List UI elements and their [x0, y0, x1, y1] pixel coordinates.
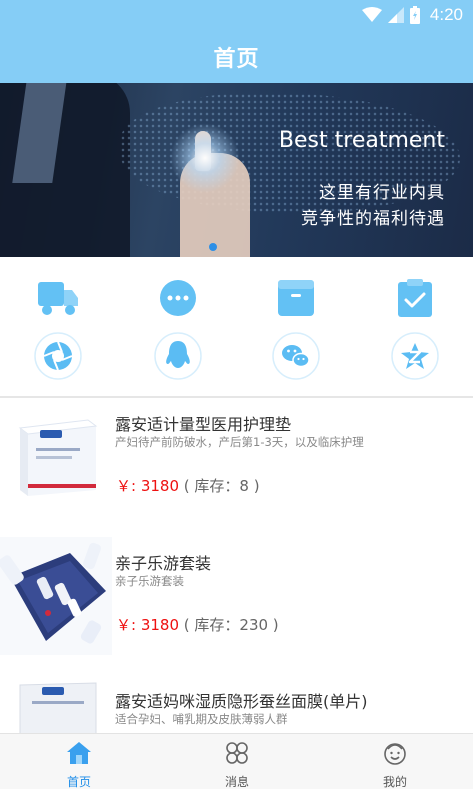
product-thumbnail: [0, 537, 112, 655]
battery-icon: [409, 6, 420, 24]
product-item[interactable]: 亲子乐游套装 亲子乐游套装 ￥: 3180 ( 库存：230 ): [0, 537, 473, 677]
clipboard-check-icon: [398, 279, 432, 317]
aperture-icon: [34, 332, 82, 380]
tab-profile[interactable]: 我的: [316, 734, 473, 789]
status-icons: 4:20: [361, 4, 463, 26]
box-button[interactable]: [266, 270, 326, 326]
chat-bubble-icon: [160, 280, 196, 316]
product-price: ￥: 3180: [116, 616, 179, 634]
wechat-icon: [272, 332, 320, 380]
chat-button[interactable]: [148, 270, 208, 326]
product-description: 产妇待产前防破水，产后第1-3天，以及临床护理: [115, 435, 364, 449]
page-title: 首页: [213, 46, 260, 72]
wifi-icon: [361, 7, 382, 22]
product-stock: ( 库存：8 ): [183, 477, 260, 495]
product-description: 亲子乐游套装: [115, 574, 184, 588]
tab-home-label: 首页: [66, 775, 91, 789]
product-name: 露安适计量型医用护理垫: [115, 415, 292, 434]
product-price-row: ￥: 3180 ( 库存：8 ): [116, 475, 260, 496]
product-name: 亲子乐游套装: [115, 554, 212, 573]
aperture-button[interactable]: [28, 328, 88, 384]
tab-messages[interactable]: 消息: [158, 734, 316, 789]
carousel-dot-active: [209, 243, 217, 251]
qq-button[interactable]: [148, 328, 208, 384]
tab-messages-label: 消息: [224, 775, 249, 789]
penguin-icon: [154, 332, 202, 380]
carousel-indicator: [209, 243, 217, 251]
tab-home[interactable]: 首页: [0, 734, 158, 789]
tab-profile-label: 我的: [382, 775, 407, 789]
product-description: 适合孕妇、哺乳期及皮肤薄弱人群: [115, 712, 288, 726]
status-bar: 4:20: [0, 0, 473, 30]
banner-image-glow: [170, 123, 240, 193]
product-name: 露安适妈咪湿质隐形蚕丝面膜(单片): [115, 692, 368, 711]
product-price-row: ￥: 3180 ( 库存：230 ): [116, 614, 279, 635]
home-icon: [67, 742, 91, 764]
clipboard-button[interactable]: [385, 270, 445, 326]
bottom-tab-bar: 首页 消息 我的: [0, 733, 473, 789]
status-time: 4:20: [429, 5, 463, 24]
truck-icon: [38, 282, 78, 315]
product-item[interactable]: 露安适计量型医用护理垫 产妇待产前防破水，产后第1-3天，以及临床护理 ￥: 3…: [0, 398, 473, 538]
app-bar: 首页: [0, 30, 473, 83]
quick-actions-grid: [0, 258, 473, 398]
zone-button[interactable]: [385, 328, 445, 384]
banner-subtitle-1: 这里有行业内具: [319, 183, 445, 203]
box-icon: [278, 280, 314, 316]
product-thumbnail: [0, 398, 112, 516]
product-price: ￥: 3180: [116, 477, 179, 495]
banner-title: Best treatment: [278, 128, 445, 153]
product-stock: ( 库存：230 ): [183, 616, 279, 634]
face-icon: [384, 743, 406, 765]
banner-carousel[interactable]: Best treatment 这里有行业内具 竞争性的福利待遇: [0, 83, 473, 257]
truck-button[interactable]: [28, 270, 88, 326]
clover-icon: [226, 742, 248, 764]
banner-subtitle-2: 竞争性的福利待遇: [301, 209, 445, 229]
wechat-button[interactable]: [266, 328, 326, 384]
z-badge-icon: [391, 332, 439, 380]
signal-icon: [387, 7, 404, 23]
